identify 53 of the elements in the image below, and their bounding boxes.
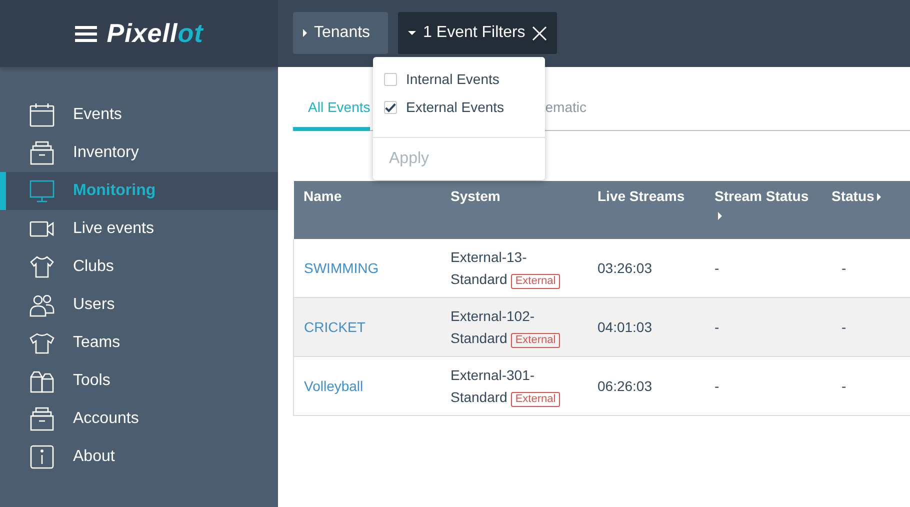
event-name-link[interactable]: SWIMMING bbox=[304, 260, 379, 276]
sidebar-item[interactable]: Accounts bbox=[0, 400, 278, 438]
column-header[interactable]: Stream Status bbox=[704, 181, 822, 239]
sidebar-item[interactable]: Users bbox=[0, 286, 278, 324]
external-tag: External bbox=[511, 274, 560, 289]
menu-icon[interactable] bbox=[74, 24, 97, 42]
jersey-icon bbox=[29, 254, 55, 280]
table-cell: - bbox=[714, 319, 720, 335]
logo: Pixellot bbox=[106, 18, 204, 49]
table-cell: - bbox=[842, 260, 846, 276]
external-tag: External bbox=[511, 392, 560, 407]
table-cell: - bbox=[714, 378, 720, 394]
sidebar-item[interactable]: Monitoring bbox=[0, 172, 278, 210]
table-cell: - bbox=[842, 378, 846, 394]
table-cell: - bbox=[714, 260, 720, 276]
column-header[interactable]: Status bbox=[822, 181, 910, 239]
event-filters-button[interactable]: 1 Event Filters bbox=[398, 12, 558, 54]
users-icon bbox=[29, 292, 55, 318]
monitor-icon bbox=[29, 178, 55, 204]
table-cell: - bbox=[842, 319, 846, 335]
table-cell: 03:26:03 bbox=[598, 260, 652, 276]
info-icon bbox=[29, 444, 55, 470]
table-cell-text: External-301- bbox=[450, 366, 535, 385]
sidebar-item[interactable]: About bbox=[0, 438, 278, 476]
table-cell: Standard bbox=[450, 271, 508, 287]
box-icon bbox=[29, 140, 55, 166]
option-label[interactable]: External Events bbox=[406, 99, 504, 115]
checkbox[interactable] bbox=[384, 72, 397, 86]
table-cell: 04:01:03 bbox=[598, 319, 652, 335]
column-header[interactable]: Live Streams bbox=[588, 181, 704, 239]
sidebar-item[interactable]: Live events bbox=[0, 210, 278, 248]
tenants-button[interactable]: Tenants bbox=[293, 12, 388, 54]
sidebar-item[interactable]: Events bbox=[0, 96, 278, 134]
event-name-link[interactable]: Volleyball bbox=[304, 378, 364, 394]
table-cell: Standard bbox=[450, 389, 508, 405]
calendar-icon bbox=[29, 102, 55, 128]
sidebar-item[interactable]: Teams bbox=[0, 324, 278, 362]
sort-arrow-icon[interactable] bbox=[718, 212, 722, 220]
table-cell-text: External-102- bbox=[450, 307, 535, 326]
column-header[interactable]: Name bbox=[294, 181, 440, 239]
sidebar-item[interactable]: Clubs bbox=[0, 248, 278, 286]
option-label[interactable]: Internal Events bbox=[406, 71, 500, 87]
checkbox[interactable] bbox=[384, 100, 397, 114]
table-cell-text: External-13- bbox=[450, 248, 527, 267]
close-icon[interactable] bbox=[532, 26, 548, 40]
table-cell: Standard bbox=[450, 330, 508, 346]
external-tag: External bbox=[511, 333, 560, 348]
box-icon bbox=[29, 406, 55, 432]
table-cell: 06:26:03 bbox=[598, 378, 652, 394]
column-header[interactable]: System bbox=[440, 181, 588, 239]
sidebar-item[interactable]: Inventory bbox=[0, 134, 278, 172]
sidebar-item[interactable]: Tools bbox=[0, 362, 278, 400]
sort-arrow-icon[interactable] bbox=[877, 193, 882, 201]
